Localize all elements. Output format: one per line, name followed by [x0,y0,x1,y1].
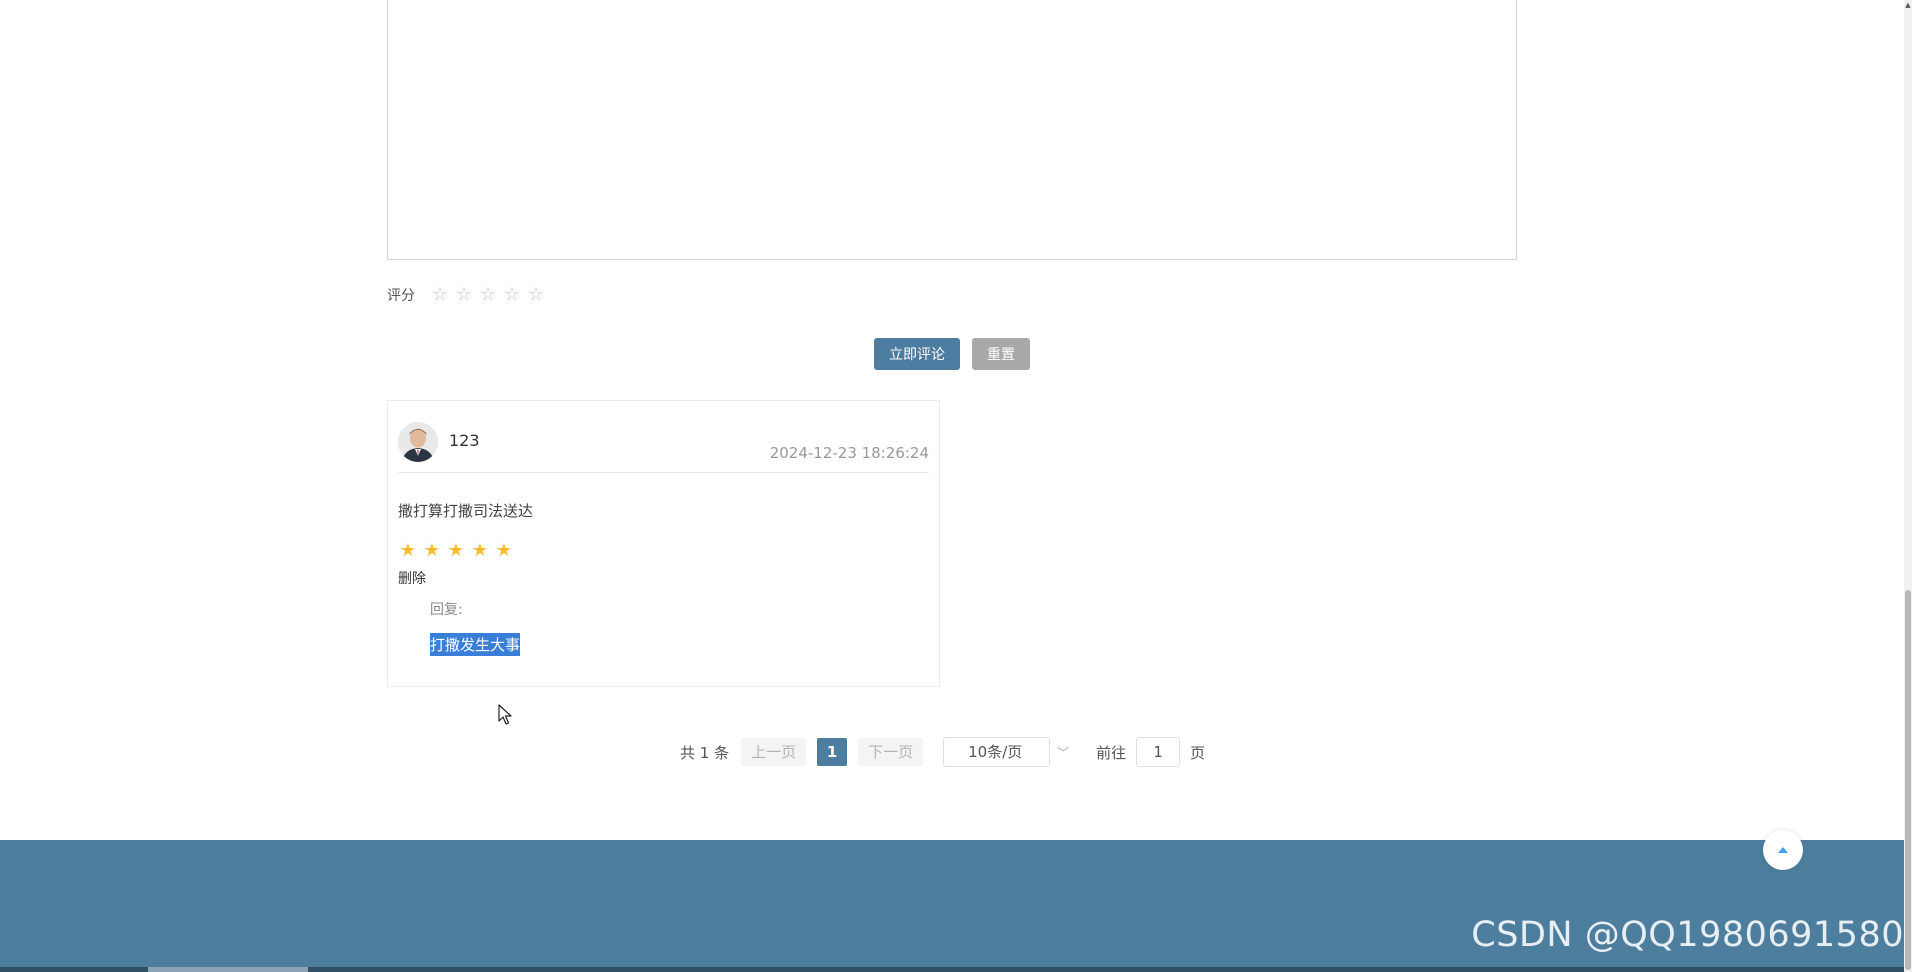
star-filled-icon: ★ [423,540,441,561]
caret-up-icon [1778,847,1788,853]
reply-content: 打撒发生大事 [430,633,521,656]
comment-content: 撒打算打撒司法送达 [398,502,534,520]
star-outline-icon[interactable]: ☆ [452,283,476,307]
scrollbar-thumb[interactable] [1905,590,1911,970]
pagination: 共 1 条 上一页 1 下一页 10条/页 ﹀ 前往 页 [680,737,1205,767]
scroll-up-arrow-icon[interactable]: ▲ [1904,0,1912,10]
comment-timestamp: 2024-12-23 18:26:24 [769,444,929,462]
star-outline-icon[interactable]: ☆ [500,283,524,307]
delete-comment-link[interactable]: 删除 [398,568,426,588]
page-number-current[interactable]: 1 [817,738,848,766]
comment-textarea[interactable] [387,0,1517,260]
page-size-value: 10条/页 [968,743,1023,761]
star-outline-icon[interactable]: ☆ [476,283,500,307]
star-filled-icon: ★ [447,540,465,561]
submit-comment-button[interactable]: 立即评论 [874,338,960,370]
reset-button[interactable]: 重置 [972,338,1030,370]
comment-header: 123 2024-12-23 18:26:24 [398,411,929,473]
back-to-top-button[interactable] [1763,830,1803,870]
next-page-button[interactable]: 下一页 [858,738,924,766]
star-filled-icon: ★ [471,540,489,561]
goto-label: 前往 [1096,743,1127,762]
bottom-strip-segment [148,967,308,972]
star-filled-icon: ★ [399,540,417,561]
star-outline-icon[interactable]: ☆ [524,283,548,307]
star-filled-icon: ★ [495,540,513,561]
avatar [398,422,438,462]
chevron-down-icon: ﹀ [1057,746,1070,760]
page-unit-label: 页 [1190,743,1206,762]
rating-input: 评分 ☆ ☆ ☆ ☆ ☆ [387,283,548,307]
prev-page-button[interactable]: 上一页 [741,738,807,766]
comment-rating: ★ ★ ★ ★ ★ [396,539,516,563]
star-outline-icon[interactable]: ☆ [428,283,452,307]
comment-card: 123 2024-12-23 18:26:24 撒打算打撒司法送达 ★ ★ ★ … [387,400,940,687]
goto-page-input[interactable] [1136,737,1181,767]
watermark: CSDN @QQ1980691580 [1471,915,1904,955]
pagination-total: 共 1 条 [680,743,730,762]
mouse-pointer-icon [498,704,512,725]
reply-label: 回复: [430,602,463,618]
comment-username: 123 [449,431,480,450]
rating-label: 评分 [387,288,415,304]
page-size-select[interactable]: 10条/页 ﹀ [943,737,1069,767]
